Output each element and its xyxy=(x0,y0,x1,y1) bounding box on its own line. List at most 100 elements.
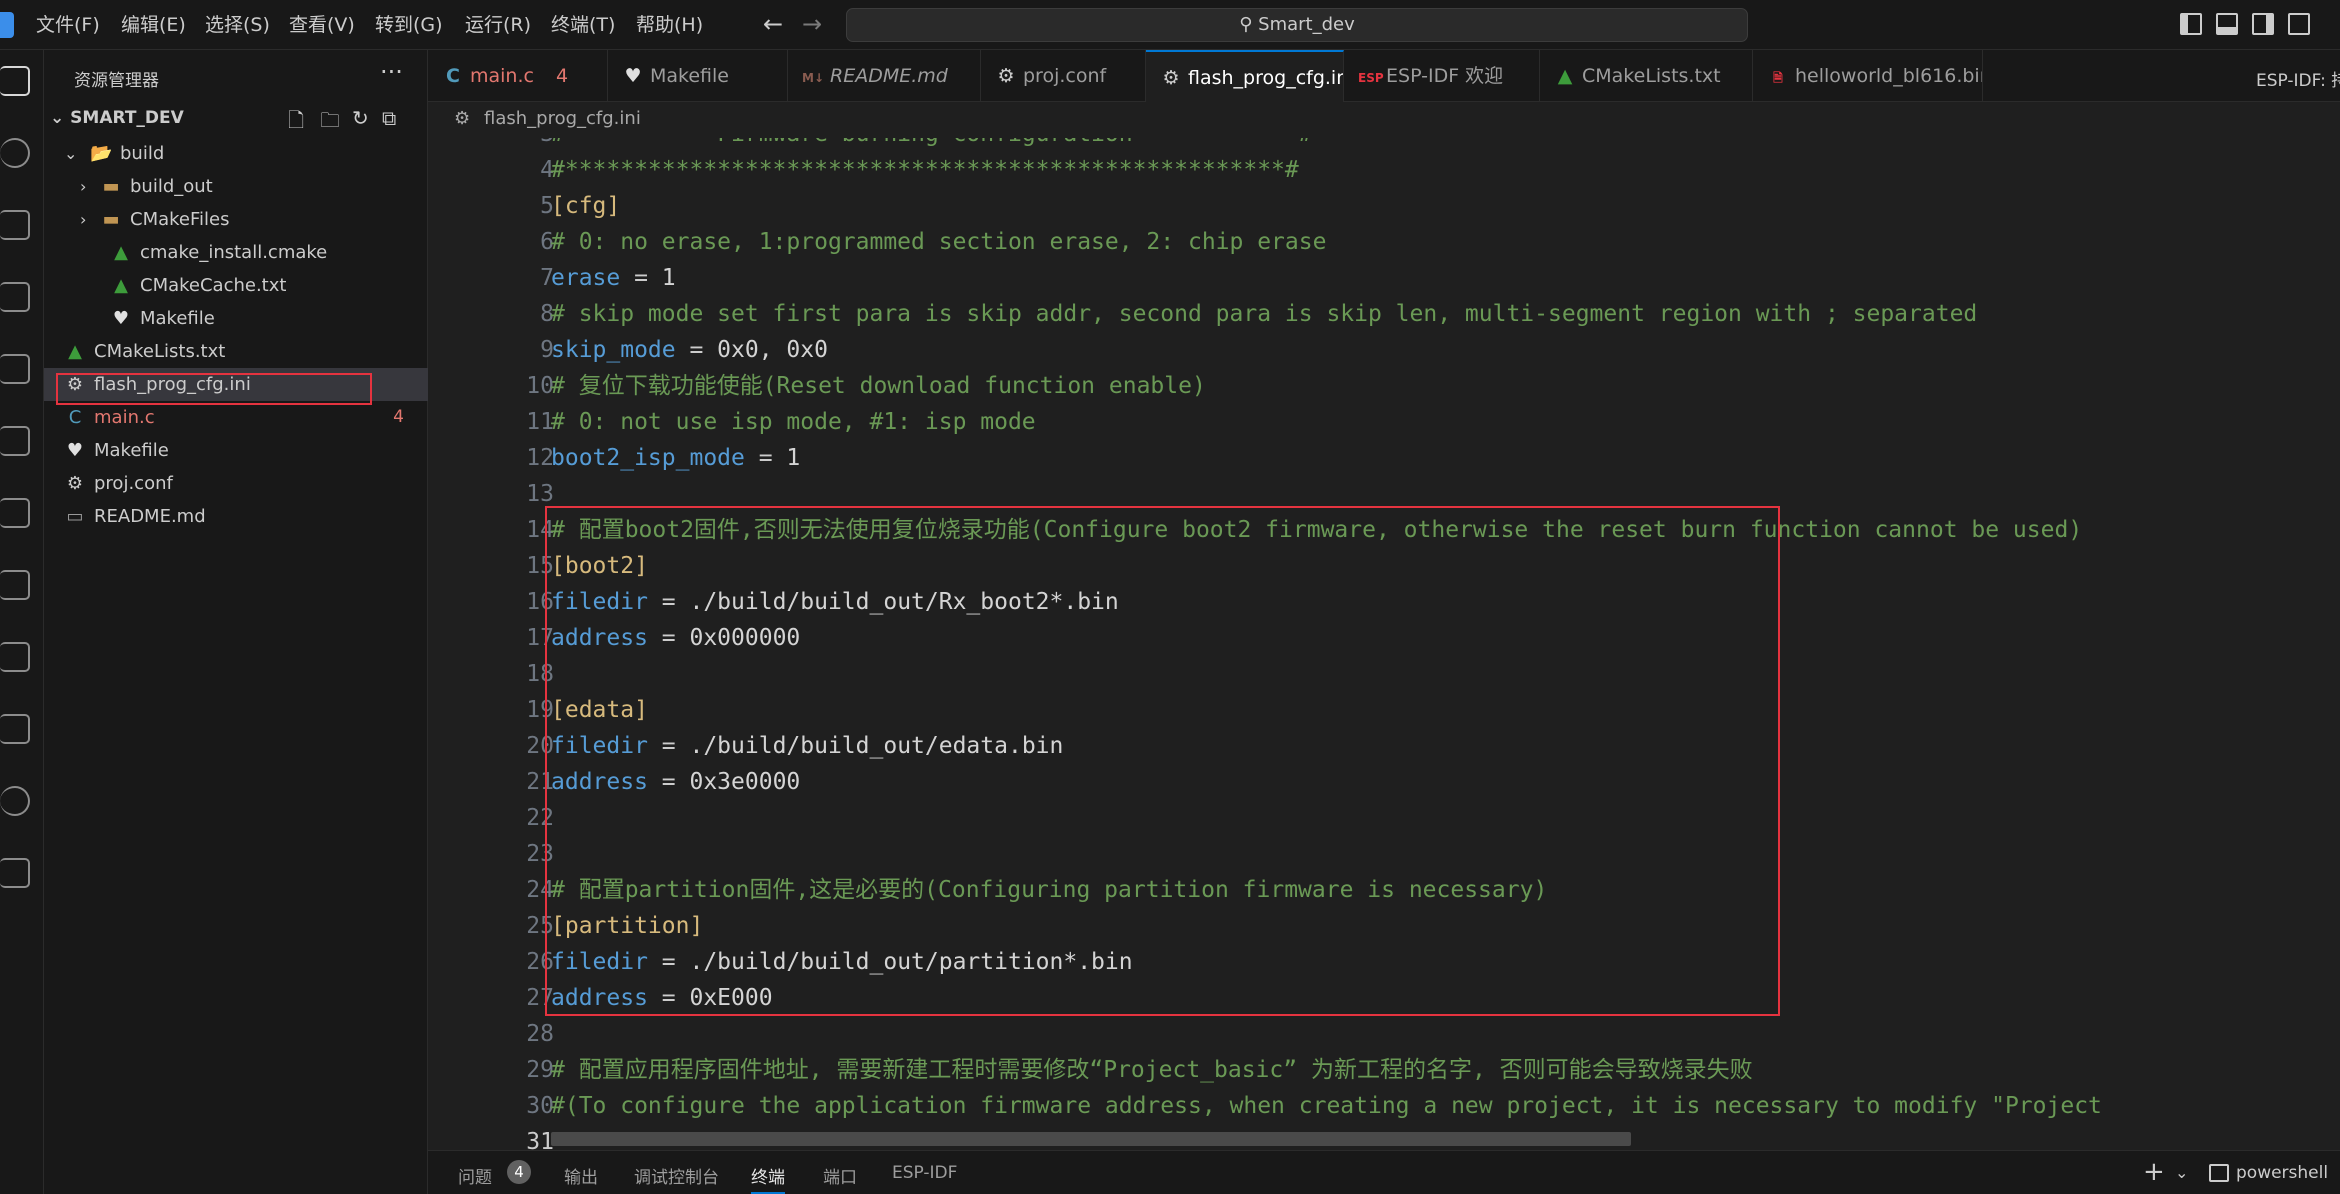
tab-5[interactable]: ESP ESP-IDF 欢迎 xyxy=(1344,50,1540,102)
breadcrumb: ⚙ flash_prog_cfg.ini xyxy=(428,102,2340,138)
chevron-right-icon[interactable]: › xyxy=(80,203,86,236)
menu-item[interactable]: 选择(S) xyxy=(205,12,270,38)
collapse-all-icon[interactable]: ⧉ xyxy=(382,106,396,130)
code-line[interactable]: 5 [cfg] xyxy=(428,188,2340,224)
breadcrumb-file[interactable]: flash_prog_cfg.ini xyxy=(484,108,641,129)
remote-explorer-icon[interactable] xyxy=(0,426,30,456)
tab-label: proj.conf xyxy=(1023,65,1107,87)
code-line[interactable]: 30 #(To configure the application firmwar… xyxy=(428,1088,2340,1124)
tree-item[interactable]: ▭ README.md xyxy=(44,500,428,533)
line-number: 28 xyxy=(526,1021,554,1047)
panel-tab[interactable]: 端口 xyxy=(823,1163,857,1188)
code-line[interactable]: 4 #**************************************… xyxy=(428,152,2340,188)
code-line[interactable]: 10 # 复位下载功能使能(Reset download function ena… xyxy=(428,368,2340,404)
code-text: # skip mode set first para is skip addr,… xyxy=(551,296,1977,332)
new-file-icon[interactable]: 🗋 xyxy=(288,106,304,140)
tab-1[interactable]: ♥ Makefile xyxy=(608,50,788,102)
horizontal-scrollbar[interactable] xyxy=(551,1132,1631,1146)
tree-item[interactable]: ⌄ 📂 build xyxy=(44,137,428,170)
tree-item[interactable]: ▲ CMakeLists.txt xyxy=(44,335,428,368)
code-line[interactable]: 3# Firmware burning configuration # xyxy=(428,138,2340,152)
tree-item[interactable]: ♥ Makefile xyxy=(44,302,428,335)
tab-label: helloworld_bl616.bin xyxy=(1795,65,1983,87)
tab-label: ESP-IDF 欢迎 xyxy=(1386,65,1504,87)
code-line[interactable]: 6 # 0: no erase, 1:programmed section era… xyxy=(428,224,2340,260)
code-line[interactable]: 9 skip_mode = 0x0, 0x0 xyxy=(428,332,2340,368)
source-control-icon[interactable] xyxy=(0,210,30,240)
tree-item[interactable]: ▲ cmake_install.cmake xyxy=(44,236,428,269)
toggle-panel-icon[interactable] xyxy=(2216,13,2238,35)
line-number: 10 xyxy=(526,373,554,399)
run-debug-icon[interactable] xyxy=(0,282,30,312)
code-line[interactable]: 29 # 配置应用程序固件地址, 需要新建工程时需要修改“Project_basi… xyxy=(428,1052,2340,1088)
more-actions-icon[interactable]: ··· xyxy=(380,58,403,86)
customize-layout-icon[interactable] xyxy=(2288,13,2310,35)
tree-item[interactable]: › ▬ build_out xyxy=(44,170,428,203)
makefile-icon: ♥ xyxy=(112,308,130,329)
menu-item[interactable]: 终端(T) xyxy=(551,12,615,38)
device-icon[interactable] xyxy=(0,858,30,888)
refresh-icon[interactable]: ↻ xyxy=(352,106,369,130)
new-terminal-icon[interactable]: + xyxy=(2143,1157,2165,1187)
toggle-primary-sidebar-icon[interactable] xyxy=(2180,13,2202,35)
esp-idf-status-tab[interactable]: ESP-IDF: 持 xyxy=(2256,66,2340,91)
gamepad-icon[interactable] xyxy=(0,642,30,672)
tree-item[interactable]: ▲ CMakeCache.txt xyxy=(44,269,428,302)
panel-tab[interactable]: 调试控制台 xyxy=(634,1163,719,1188)
tab-3[interactable]: ⚙ proj.conf xyxy=(981,50,1146,102)
code-token: = xyxy=(744,445,787,471)
code-line[interactable]: 12 boot2_isp_mode = 1 xyxy=(428,440,2340,476)
explorer-icon[interactable] xyxy=(0,66,30,96)
menu-item[interactable]: 文件(F) xyxy=(36,12,100,38)
esp-idf-icon[interactable] xyxy=(0,786,30,816)
terminal-dropdown-icon[interactable]: ⌄ xyxy=(2175,1163,2188,1182)
tab-7[interactable]: 🗎 helloworld_bl616.bin xyxy=(1753,50,1983,102)
extensions-icon[interactable] xyxy=(0,354,30,384)
testing-icon[interactable] xyxy=(0,498,30,528)
tree-item[interactable]: ⚙ proj.conf xyxy=(44,467,428,500)
tree-item-label: build xyxy=(120,143,165,164)
code-text: skip_mode = 0x0, 0x0 xyxy=(551,332,828,368)
tree-item[interactable]: Cmain.c 4 xyxy=(44,401,428,434)
terminal-name[interactable]: powershell xyxy=(2236,1163,2328,1183)
chevron-down-icon[interactable]: ⌄ xyxy=(64,137,77,170)
forward-arrow-icon[interactable]: → xyxy=(802,10,822,38)
new-folder-icon[interactable]: 🗀 xyxy=(320,106,340,140)
command-center-search[interactable]: ⚲ Smart_dev xyxy=(846,8,1748,42)
toggle-secondary-sidebar-icon[interactable] xyxy=(2252,13,2274,35)
menu-item[interactable]: 编辑(E) xyxy=(121,12,186,38)
workspace-root[interactable]: ⌄ SMART_DEV xyxy=(50,108,184,128)
back-arrow-icon[interactable]: ← xyxy=(763,10,783,38)
tree-item[interactable]: ♥ Makefile xyxy=(44,434,428,467)
chip-icon[interactable] xyxy=(0,714,30,744)
tab-6[interactable]: ▲ CMakeLists.txt xyxy=(1540,50,1753,102)
code-line[interactable]: 28 xyxy=(428,1016,2340,1052)
panel-tab[interactable]: ESP-IDF xyxy=(892,1163,957,1183)
problem-count: 4 xyxy=(393,407,404,427)
panel-tab[interactable]: 终端 xyxy=(751,1163,785,1194)
tree-item[interactable]: › ▬ CMakeFiles xyxy=(44,203,428,236)
tab-0[interactable]: Cmain.c 4 xyxy=(428,50,608,102)
search-view-icon[interactable] xyxy=(0,138,30,168)
menu-item[interactable]: 查看(V) xyxy=(289,12,355,38)
menu-item[interactable]: 转到(G) xyxy=(375,12,443,38)
menu-item[interactable]: 运行(R) xyxy=(465,12,531,38)
code-line[interactable]: 8 # skip mode set first para is skip addr… xyxy=(428,296,2340,332)
tree-item-label: build_out xyxy=(130,176,213,197)
code-token: [cfg] xyxy=(551,193,621,219)
chevron-right-icon[interactable]: › xyxy=(80,170,86,203)
tab-4[interactable]: ⚙flash_prog_cfg.ini✕ xyxy=(1146,50,1344,102)
title-bar: 文件(F) 编辑(E) 选择(S) 查看(V) 转到(G) 运行(R) 终端(T) 帮助(H)… xyxy=(0,0,2340,50)
line-number: 21 xyxy=(526,769,554,795)
bottom-panel-bar: 问题 输出 调试控制台 终端 端口 ESP-IDF 4 + ⌄ powershell xyxy=(428,1150,2340,1194)
code-token: boot2_isp_mode xyxy=(551,445,745,471)
code-editor[interactable]: 3# Firmware burning configuration #4#***… xyxy=(428,138,2340,1150)
code-line[interactable]: 7 erase = 1 xyxy=(428,260,2340,296)
menu-item[interactable]: 帮助(H) xyxy=(636,12,703,38)
panel-tab[interactable]: 输出 xyxy=(564,1163,598,1188)
panel-tab[interactable]: 问题 xyxy=(458,1163,492,1188)
code-line[interactable]: 11 # 0: not use isp mode, #1: isp mode xyxy=(428,404,2340,440)
line-number: 7 xyxy=(540,265,554,291)
tab-2[interactable]: M↓ README.md xyxy=(788,50,981,102)
cmake-view-icon[interactable] xyxy=(0,570,30,600)
